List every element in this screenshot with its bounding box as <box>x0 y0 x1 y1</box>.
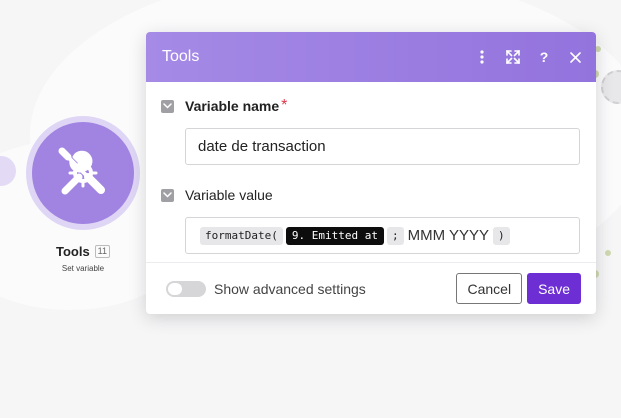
tools-module-body[interactable] <box>32 122 134 224</box>
format-text: MMM YYYY <box>407 227 489 244</box>
variable-name-value: date de transaction <box>198 138 326 155</box>
separator-token[interactable]: ; <box>386 226 404 245</box>
chevron-down-icon[interactable] <box>161 188 174 202</box>
cancel-button[interactable]: Cancel <box>456 273 523 304</box>
variable-name-header[interactable]: Variable name * <box>161 96 581 116</box>
tools-icon <box>58 147 105 195</box>
variable-name-input[interactable]: date de transaction <box>185 128 580 165</box>
expand-icon[interactable] <box>506 50 520 64</box>
variable-name-label: Variable name <box>185 98 280 114</box>
variable-value-input[interactable]: formatDate( 9. Emitted at ; MMM YYYY ) <box>185 217 580 254</box>
close-icon[interactable] <box>568 50 582 64</box>
module-label: Tools 11 <box>30 244 136 259</box>
toggle-knob <box>168 282 182 295</box>
close-paren-token[interactable]: ) <box>492 226 510 245</box>
dialog-header: Tools ? <box>146 32 596 82</box>
help-glyph: ? <box>539 49 549 65</box>
module-subtitle: Set variable <box>61 264 105 273</box>
help-icon[interactable]: ? <box>537 49 551 65</box>
decor-dot <box>605 250 611 256</box>
dialog-title: Tools <box>162 48 200 65</box>
neighbor-module[interactable] <box>601 70 621 104</box>
variable-value-label: Variable value <box>185 187 273 203</box>
dialog-footer: Show advanced settings Cancel Save <box>146 262 596 314</box>
required-mark: * <box>281 97 288 114</box>
dialog-body: Variable name * date de transaction Vari… <box>146 82 596 254</box>
variable-value-header[interactable]: Variable value <box>161 185 581 205</box>
tools-module[interactable] <box>26 116 140 230</box>
dialog-header-actions: ? <box>475 49 582 65</box>
save-button[interactable]: Save <box>527 273 581 304</box>
tools-dialog: Tools ? Variable name * date de transact… <box>146 32 596 314</box>
module-title: Tools <box>55 244 90 259</box>
mapped-variable-pill[interactable]: 9. Emitted at <box>285 226 384 245</box>
advanced-settings-label: Show advanced settings <box>214 280 366 297</box>
function-token[interactable]: formatDate( <box>200 226 283 245</box>
chevron-down-icon[interactable] <box>161 99 174 113</box>
advanced-settings-toggle[interactable] <box>166 280 206 297</box>
module-id-badge: 11 <box>94 245 111 258</box>
more-vertical-icon[interactable] <box>475 50 489 64</box>
